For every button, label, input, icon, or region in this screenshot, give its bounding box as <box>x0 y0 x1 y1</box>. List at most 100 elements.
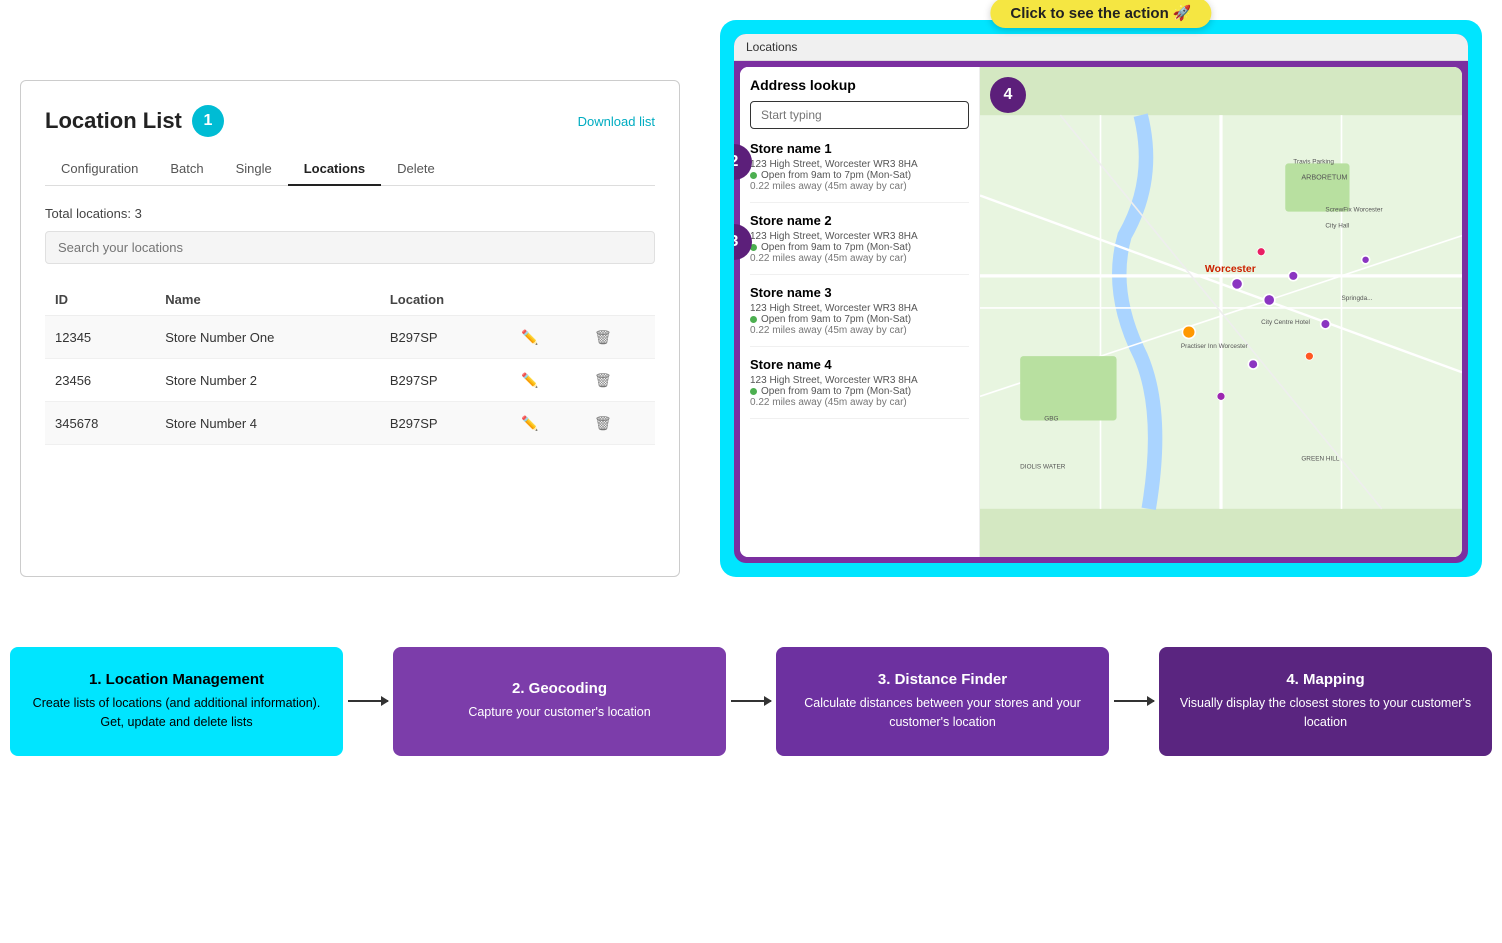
store-address: 123 High Street, Worcester WR3 8HA <box>750 231 969 242</box>
cell-edit-btn[interactable]: ✏️ <box>509 359 582 402</box>
svg-text:Practiser Inn Worcester: Practiser Inn Worcester <box>1181 343 1249 350</box>
col-name: Name <box>155 284 380 316</box>
table-row: 345678 Store Number 4 B297SP ✏️ 🗑 <box>45 402 655 445</box>
store-card: Store name 2 123 High Street, Worcester … <box>750 213 969 275</box>
svg-text:Worcester: Worcester <box>1205 264 1256 275</box>
click-action-badge[interactable]: Click to see the action 🚀 <box>990 0 1211 28</box>
cyan-border: Click to see the action 🚀 Locations 2 3 … <box>720 20 1482 577</box>
download-link[interactable]: Download list <box>578 114 655 129</box>
edit-icon[interactable]: ✏️ <box>519 326 541 348</box>
map-svg: Worcester ARBORETUM Travis Parking Screw… <box>980 67 1462 557</box>
store-distance: 0.22 miles away (45m away by car) <box>750 181 969 192</box>
flow-box-4: 4. Mapping Visually display the closest … <box>1159 647 1492 756</box>
svg-text:ARBORETUM: ARBORETUM <box>1301 172 1347 181</box>
edit-icon[interactable]: ✏️ <box>519 412 541 434</box>
cell-delete-btn[interactable]: 🗑 <box>582 359 655 402</box>
col-id: ID <box>45 284 155 316</box>
store-address: 123 High Street, Worcester WR3 8HA <box>750 303 969 314</box>
panel-header: Location List 1 Download list <box>45 105 655 137</box>
address-input-wrapper <box>750 101 969 129</box>
svg-text:GBG: GBG <box>1044 415 1058 422</box>
store-cards: Store name 1 123 High Street, Worcester … <box>750 141 969 419</box>
cell-edit-btn[interactable]: ✏️ <box>509 402 582 445</box>
svg-text:Springda...: Springda... <box>1342 295 1373 302</box>
flow-box-1-text: Create lists of locations (and additiona… <box>30 694 323 732</box>
store-name: Store name 2 <box>750 213 969 228</box>
svg-text:ScrewFix Worcester: ScrewFix Worcester <box>1325 207 1383 214</box>
store-hours: Open from 9am to 7pm (Mon-Sat) <box>750 386 969 397</box>
badge-1: 1 <box>192 105 224 137</box>
col-location: Location <box>380 284 509 316</box>
svg-text:GREEN HILL: GREEN HILL <box>1301 456 1340 463</box>
col-delete <box>582 284 655 316</box>
store-name: Store name 3 <box>750 285 969 300</box>
arrow-line-1 <box>348 700 388 702</box>
store-card: Store name 3 123 High Street, Worcester … <box>750 285 969 347</box>
arrow-line-3 <box>1114 700 1154 702</box>
flow-section: 1. Location Management Create lists of l… <box>0 607 1502 776</box>
store-distance: 0.22 miles away (45m away by car) <box>750 253 969 264</box>
inner-tab-bar: Locations <box>734 34 1468 61</box>
svg-text:City Hall: City Hall <box>1325 223 1349 230</box>
tab-single[interactable]: Single <box>220 153 288 186</box>
arrow-3 <box>1109 647 1159 756</box>
cell-location: B297SP <box>380 316 509 359</box>
store-hours: Open from 9am to 7pm (Mon-Sat) <box>750 170 969 181</box>
cell-name: Store Number One <box>155 316 380 359</box>
store-name: Store name 4 <box>750 357 969 372</box>
search-input[interactable] <box>45 231 655 264</box>
store-hours: Open from 9am to 7pm (Mon-Sat) <box>750 242 969 253</box>
flow-box-1: 1. Location Management Create lists of l… <box>10 647 343 756</box>
col-edit <box>509 284 582 316</box>
arrow-1 <box>343 647 393 756</box>
cell-edit-btn[interactable]: ✏️ <box>509 316 582 359</box>
tab-delete[interactable]: Delete <box>381 153 451 186</box>
arrow-2 <box>726 647 776 756</box>
flow-box-3: 3. Distance Finder Calculate distances b… <box>776 647 1109 756</box>
table-row: 12345 Store Number One B297SP ✏️ 🗑 <box>45 316 655 359</box>
flow-box-1-title: 1. Location Management <box>89 671 264 688</box>
edit-icon[interactable]: ✏️ <box>519 369 541 391</box>
store-distance: 0.22 miles away (45m away by car) <box>750 325 969 336</box>
inner-tab-label: Locations <box>746 40 797 54</box>
delete-icon[interactable]: 🗑 <box>592 412 614 434</box>
panel-title: Location List 1 <box>45 105 224 137</box>
cell-delete-btn[interactable]: 🗑 <box>582 402 655 445</box>
cell-location: B297SP <box>380 359 509 402</box>
flow-box-4-title: 4. Mapping <box>1286 671 1364 688</box>
flow-box-3-text: Calculate distances between your stores … <box>796 694 1089 732</box>
tab-locations[interactable]: Locations <box>288 153 381 186</box>
locations-sidebar: 2 3 Address lookup Store name 1 123 High… <box>740 67 980 557</box>
map-area: 4 <box>980 67 1462 557</box>
address-input[interactable] <box>750 101 969 129</box>
right-panel: Click to see the action 🚀 Locations 2 3 … <box>720 20 1482 577</box>
delete-icon[interactable]: 🗑 <box>592 326 614 348</box>
delete-icon[interactable]: 🗑 <box>592 369 614 391</box>
flow-box-2-text: Capture your customer's location <box>468 703 650 722</box>
total-locations: Total locations: 3 <box>45 206 655 221</box>
store-hours: Open from 9am to 7pm (Mon-Sat) <box>750 314 969 325</box>
flow-box-3-title: 3. Distance Finder <box>878 671 1007 688</box>
store-card: Store name 4 123 High Street, Worcester … <box>750 357 969 419</box>
arrow-line-2 <box>731 700 771 702</box>
store-distance: 0.22 miles away (45m away by car) <box>750 397 969 408</box>
locations-table: ID Name Location 12345 Store Number One … <box>45 284 655 445</box>
address-lookup-title: Address lookup <box>750 77 969 93</box>
badge-4: 4 <box>990 77 1026 113</box>
title-text: Location List <box>45 108 182 134</box>
flow-box-2-title: 2. Geocoding <box>512 680 607 697</box>
flow-box-4-text: Visually display the closest stores to y… <box>1179 694 1472 732</box>
store-address: 123 High Street, Worcester WR3 8HA <box>750 159 969 170</box>
table-row: 23456 Store Number 2 B297SP ✏️ 🗑 <box>45 359 655 402</box>
cell-delete-btn[interactable]: 🗑 <box>582 316 655 359</box>
cell-id: 23456 <box>45 359 155 402</box>
flow-box-2: 2. Geocoding Capture your customer's loc… <box>393 647 726 756</box>
tab-batch[interactable]: Batch <box>154 153 219 186</box>
tab-configuration[interactable]: Configuration <box>45 153 154 186</box>
app-content: 2 3 Address lookup Store name 1 123 High… <box>740 67 1462 557</box>
left-panel: Location List 1 Download list Configurat… <box>20 80 680 577</box>
cell-name: Store Number 2 <box>155 359 380 402</box>
svg-text:Travis Parking: Travis Parking <box>1293 158 1334 165</box>
svg-text:DIOLIS WATER: DIOLIS WATER <box>1020 464 1066 471</box>
purple-inner: Locations 2 3 Address lookup Store n <box>734 34 1468 563</box>
